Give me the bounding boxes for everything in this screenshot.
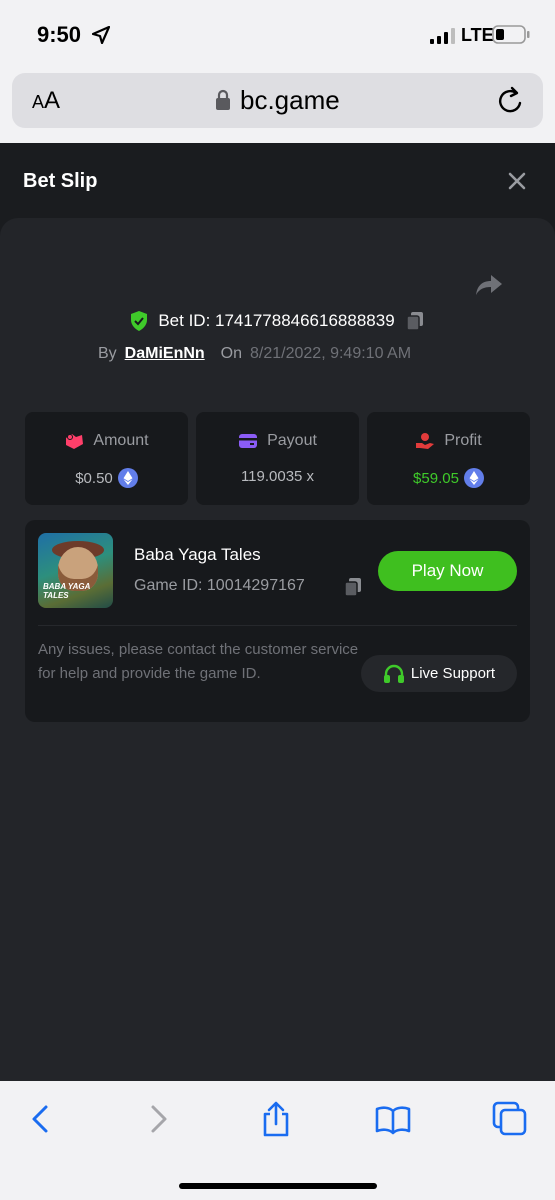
ios-status-and-address-area: 9:50 LTE AA bc.game	[0, 0, 555, 143]
profit-icon	[416, 433, 435, 449]
amount-icon	[66, 434, 84, 449]
network-type: LTE	[461, 25, 494, 45]
home-indicator	[179, 1183, 377, 1189]
status-time: 9:50	[37, 22, 82, 47]
headset-icon	[383, 664, 404, 683]
back-icon[interactable]	[22, 1101, 58, 1137]
stat-profit: Profit $59.05	[367, 412, 530, 505]
username-link[interactable]: DaMiEnNn	[125, 345, 205, 363]
live-support-label: Live Support	[410, 665, 496, 682]
modal-title: Bet Slip	[23, 170, 98, 192]
copy-game-id-icon[interactable]	[343, 577, 363, 597]
amount-label: Amount	[93, 432, 149, 449]
amount-value: $0.50	[75, 469, 113, 487]
tabs-icon[interactable]	[492, 1101, 528, 1137]
safari-toolbar	[0, 1081, 555, 1200]
by-label: By	[98, 345, 117, 362]
bet-slip-sheet: Bet ID: 1741778846616888839 By DaMiEnNn …	[0, 218, 555, 1081]
profit-value: $59.05	[413, 469, 459, 487]
cellular-signal-icon	[430, 28, 455, 44]
stat-payout: Payout 119.0035 x	[196, 412, 359, 505]
game-id: Game ID: 10014297167	[134, 577, 305, 594]
location-arrow-icon	[92, 26, 110, 44]
on-label: On	[220, 345, 243, 362]
profit-label: Profit	[444, 432, 482, 449]
bet-author-row: By DaMiEnNn On 8/21/2022, 9:49:10 AM	[98, 345, 411, 363]
stat-amount: Amount $0.50	[25, 412, 188, 505]
reload-icon[interactable]	[496, 85, 526, 117]
bet-datetime: 8/21/2022, 9:49:10 AM	[250, 345, 412, 362]
battery-icon	[492, 25, 530, 44]
bookmarks-icon[interactable]	[375, 1101, 411, 1137]
bet-id: Bet ID: 1741778846616888839	[158, 311, 395, 330]
url-text[interactable]: bc.game	[240, 85, 340, 116]
ethereum-coin-icon	[463, 468, 484, 488]
text-size-button[interactable]: AA	[32, 87, 60, 115]
payout-card-icon	[239, 434, 258, 448]
payout-label: Payout	[267, 432, 317, 449]
game-card: BABA YAGA TALES Baba Yaga Tales Game ID:…	[25, 520, 530, 722]
divider	[38, 625, 517, 626]
bet-slip-modal: Bet Slip Bet ID: 1741778846616888839 By …	[0, 143, 555, 1081]
thumbnail-logo-text: BABA YAGA TALES	[43, 582, 91, 600]
game-thumbnail[interactable]: BABA YAGA TALES	[38, 533, 113, 608]
game-name: Baba Yaga Tales	[134, 545, 261, 564]
live-support-button[interactable]: Live Support	[361, 655, 517, 692]
bet-id-row: Bet ID: 1741778846616888839	[0, 311, 555, 331]
address-bar[interactable]: AA bc.game	[12, 73, 543, 128]
copy-bet-id-icon[interactable]	[405, 311, 425, 331]
ethereum-coin-icon	[117, 468, 138, 488]
support-notice: Any issues, please contact the customer …	[38, 641, 359, 682]
verified-shield-icon	[131, 311, 148, 331]
bet-stats: Amount $0.50 Payout 119.0035 x Profit $5…	[25, 412, 530, 505]
share-arrow-icon[interactable]	[475, 273, 503, 297]
close-icon[interactable]	[506, 170, 528, 192]
payout-value: 119.0035 x	[240, 468, 315, 485]
play-now-button[interactable]: Play Now	[378, 551, 517, 591]
forward-icon[interactable]	[141, 1101, 177, 1137]
lock-icon	[216, 89, 230, 110]
share-icon[interactable]	[258, 1101, 294, 1137]
